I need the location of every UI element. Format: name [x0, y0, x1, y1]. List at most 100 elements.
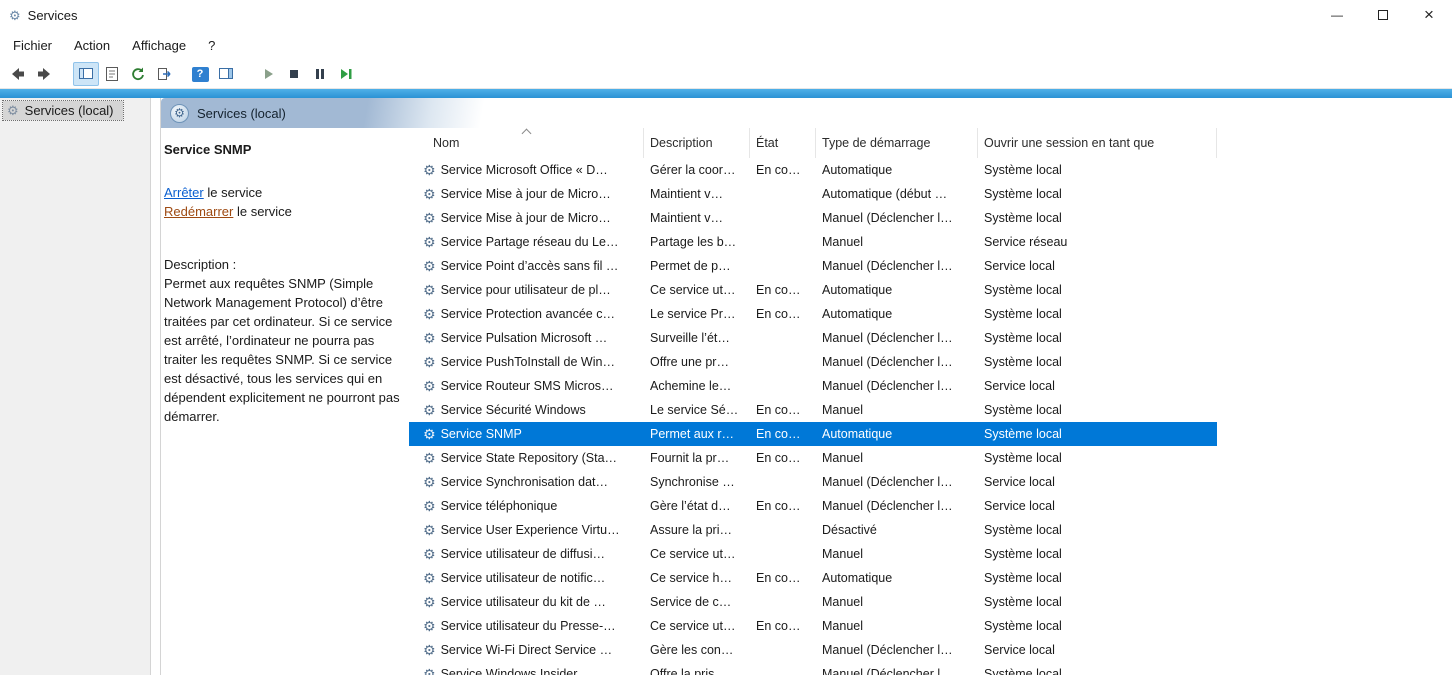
table-row[interactable]: ⚙Service Mise à jour de Micro…Maintient … [409, 206, 1217, 230]
column-header-etat[interactable]: État [750, 128, 816, 158]
column-header-description[interactable]: Description [644, 128, 750, 158]
service-status-cell: En co… [750, 278, 816, 302]
service-status-cell [750, 374, 816, 398]
service-description-cell: Ce service ut… [644, 278, 750, 302]
table-row[interactable]: ⚙Service Protection avancée c…Le service… [409, 302, 1217, 326]
service-description-cell: Achemine le… [644, 374, 750, 398]
content-area: ⚙ Services (local) ⚙ Services (local) Se… [0, 98, 1452, 675]
services-table: Nom Description État Type de démarrage O… [409, 128, 1452, 675]
toolbar: ? [0, 60, 1452, 89]
service-startup-type-cell: Manuel [816, 446, 978, 470]
service-name-cell: ⚙Service Microsoft Office « D… [409, 158, 644, 182]
properties-button[interactable] [99, 62, 125, 86]
service-name-text: Service utilisateur de notific… [441, 571, 606, 585]
service-name-cell: ⚙Service Sécurité Windows [409, 398, 644, 422]
forward-button[interactable] [31, 62, 57, 86]
help-button[interactable]: ? [187, 62, 213, 86]
table-row[interactable]: ⚙Service Windows InsiderOffre la pris…Ma… [409, 662, 1217, 675]
table-row[interactable]: ⚙Service Partage réseau du Le…Partage le… [409, 230, 1217, 254]
properties-icon [104, 66, 120, 82]
restart-service-button[interactable] [333, 62, 359, 86]
service-name-cell: ⚙Service Point d’accès sans fil … [409, 254, 644, 278]
column-header-session[interactable]: Ouvrir une session en tant que [978, 128, 1217, 158]
services-tree-icon: ⚙ [7, 104, 19, 117]
service-name-text: Service Wi-Fi Direct Service … [441, 643, 613, 657]
table-row[interactable]: ⚙Service PushToInstall de Win…Offre une … [409, 350, 1217, 374]
service-logon-cell: Système local [978, 566, 1217, 590]
column-header-type-demarrage[interactable]: Type de démarrage [816, 128, 978, 158]
table-row[interactable]: ⚙Service Microsoft Office « D…Gérer la c… [409, 158, 1217, 182]
back-button[interactable] [5, 62, 31, 86]
service-logon-cell: Système local [978, 614, 1217, 638]
service-startup-type-cell: Manuel (Déclencher l… [816, 494, 978, 518]
stop-icon [286, 66, 302, 82]
service-name-text: Service Point d’accès sans fil … [441, 259, 619, 273]
service-name-cell: ⚙Service Pulsation Microsoft … [409, 326, 644, 350]
service-startup-type-cell: Manuel (Déclencher l… [816, 254, 978, 278]
service-name-cell: ⚙Service Routeur SMS Micros… [409, 374, 644, 398]
start-service-button[interactable] [255, 62, 281, 86]
service-name-text: Service utilisateur du kit de … [441, 595, 606, 609]
export-list-button[interactable] [151, 62, 177, 86]
service-gear-icon: ⚙ [423, 523, 436, 537]
service-status-cell: En co… [750, 422, 816, 446]
refresh-icon [130, 66, 146, 82]
table-row[interactable]: ⚙Service utilisateur de notific…Ce servi… [409, 566, 1217, 590]
table-row[interactable]: ⚙Service Sécurité WindowsLe service Sé…E… [409, 398, 1217, 422]
services-table-body: ⚙Service Microsoft Office « D…Gérer la c… [409, 158, 1452, 675]
table-row[interactable]: ⚙Service téléphoniqueGère l’état d…En co… [409, 494, 1217, 518]
table-row[interactable]: ⚙Service Synchronisation dat…Synchronise… [409, 470, 1217, 494]
menu-help[interactable]: ? [197, 33, 226, 58]
table-row[interactable]: ⚙Service utilisateur du Presse-…Ce servi… [409, 614, 1217, 638]
service-logon-cell: Système local [978, 662, 1217, 675]
service-name-text: Service PushToInstall de Win… [441, 355, 615, 369]
minimize-button[interactable]: — [1314, 0, 1360, 30]
service-gear-icon: ⚙ [423, 643, 436, 657]
table-row[interactable]: ⚙Service Pulsation Microsoft …Surveille … [409, 326, 1217, 350]
restart-service-suffix: le service [233, 204, 292, 219]
service-logon-cell: Système local [978, 158, 1217, 182]
service-logon-cell: Service local [978, 638, 1217, 662]
pause-service-button[interactable] [307, 62, 333, 86]
tree-item-services-local[interactable]: ⚙ Services (local) [3, 101, 123, 120]
restart-service-link[interactable]: Redémarrer [164, 204, 233, 219]
service-status-cell [750, 326, 816, 350]
table-row[interactable]: ⚙Service Point d’accès sans fil …Permet … [409, 254, 1217, 278]
service-name-text: Service Synchronisation dat… [441, 475, 608, 489]
menu-action[interactable]: Action [63, 33, 121, 58]
service-name-cell: ⚙Service utilisateur du kit de … [409, 590, 644, 614]
stop-service-button[interactable] [281, 62, 307, 86]
service-gear-icon: ⚙ [423, 331, 436, 345]
table-row[interactable]: ⚙Service Routeur SMS Micros…Achemine le…… [409, 374, 1217, 398]
show-action-pane-button[interactable] [213, 62, 239, 86]
service-name-cell: ⚙Service Protection avancée c… [409, 302, 644, 326]
table-row[interactable]: ⚙Service User Experience Virtu…Assure la… [409, 518, 1217, 542]
close-button[interactable]: × [1406, 0, 1452, 30]
table-row[interactable]: ⚙Service State Repository (Sta…Fournit l… [409, 446, 1217, 470]
table-row[interactable]: ⚙Service pour utilisateur de pl…Ce servi… [409, 278, 1217, 302]
service-name-text: Service State Repository (Sta… [441, 451, 617, 465]
service-logon-cell: Service réseau [978, 230, 1217, 254]
panel-splitter[interactable] [150, 98, 161, 675]
table-row[interactable]: ⚙Service Mise à jour de Micro…Maintient … [409, 182, 1217, 206]
maximize-button[interactable] [1360, 0, 1406, 30]
table-row[interactable]: ⚙Service SNMPPermet aux r…En co…Automati… [409, 422, 1217, 446]
refresh-button[interactable] [125, 62, 151, 86]
service-description-cell: Permet aux r… [644, 422, 750, 446]
menu-affichage[interactable]: Affichage [121, 33, 197, 58]
description-label: Description : [164, 255, 403, 274]
menu-fichier[interactable]: Fichier [2, 33, 63, 58]
service-gear-icon: ⚙ [423, 619, 436, 633]
show-hide-console-tree-button[interactable] [73, 62, 99, 86]
service-name-cell: ⚙Service User Experience Virtu… [409, 518, 644, 542]
service-startup-type-cell: Automatique [816, 158, 978, 182]
table-row[interactable]: ⚙Service utilisateur de diffusi…Ce servi… [409, 542, 1217, 566]
service-name-text: Service Microsoft Office « D… [441, 163, 608, 177]
service-startup-type-cell: Automatique [816, 278, 978, 302]
stop-service-link[interactable]: Arrêter [164, 185, 204, 200]
table-row[interactable]: ⚙Service utilisateur du kit de …Service … [409, 590, 1217, 614]
service-startup-type-cell: Manuel (Déclencher l… [816, 374, 978, 398]
service-gear-icon: ⚙ [423, 187, 436, 201]
service-startup-type-cell: Manuel [816, 614, 978, 638]
table-row[interactable]: ⚙Service Wi-Fi Direct Service …Gère les … [409, 638, 1217, 662]
